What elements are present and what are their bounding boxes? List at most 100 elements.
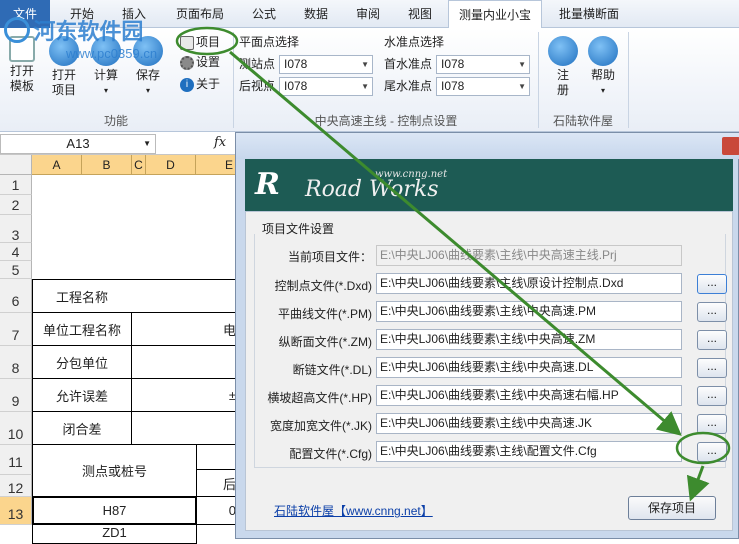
- tab-formulas[interactable]: 公式: [242, 0, 286, 28]
- chain-break-file-field[interactable]: E:\中央LJ06\曲线要素\主线\中央高速.DL: [376, 357, 682, 378]
- backsight-select[interactable]: I078 ▼: [279, 77, 373, 96]
- cell-zd1[interactable]: ZD1: [32, 524, 197, 544]
- cell-project-name-value[interactable]: [131, 279, 241, 313]
- last-level-label: 尾水准点: [384, 79, 433, 93]
- project-icon: [180, 35, 194, 50]
- about-small-button[interactable]: i 关于: [180, 74, 220, 94]
- watermark-site: 河东软件园: [33, 19, 144, 44]
- browse-superelevation-button[interactable]: ...: [697, 386, 727, 406]
- widening-file-field[interactable]: E:\中央LJ06\曲线要素\主线\中央高速.JK: [376, 413, 682, 434]
- watermark-logo-icon: [4, 17, 30, 43]
- row-header[interactable]: 5: [0, 261, 32, 279]
- browse-profile-button[interactable]: ...: [697, 330, 727, 350]
- cell-closure-label[interactable]: 闭合差: [32, 411, 132, 445]
- save-project-button[interactable]: 保存项目: [628, 496, 716, 520]
- field-label: 平曲线文件(*.PM): [278, 307, 372, 321]
- row-header[interactable]: 10: [0, 412, 32, 445]
- column-header[interactable]: D: [146, 155, 196, 175]
- level-point-title: 水准点选择: [384, 35, 445, 49]
- cell-a13-selected[interactable]: H87: [32, 496, 197, 525]
- cell-tolerance-value[interactable]: ±: [131, 378, 241, 412]
- browse-widening-button[interactable]: ...: [697, 414, 727, 434]
- first-level-select[interactable]: I078 ▼: [436, 55, 530, 74]
- field-label: 当前项目文件：: [287, 250, 372, 264]
- column-header[interactable]: A: [32, 155, 82, 175]
- tab-data[interactable]: 数据: [294, 0, 338, 28]
- cell-subcontractor-label[interactable]: 分包单位: [32, 345, 132, 379]
- help-button[interactable]: 帮助 ▾: [583, 28, 623, 100]
- horizontal-curve-file-field[interactable]: E:\中央LJ06\曲线要素\主线\中央高速.PM: [376, 301, 682, 322]
- cell-unit-project-value[interactable]: 电: [131, 312, 241, 346]
- roadworks-logo-icon: R: [255, 167, 280, 202]
- tab-review[interactable]: 审阅: [346, 0, 390, 28]
- cell-unit-project-label[interactable]: 单位工程名称: [32, 312, 132, 346]
- register-button[interactable]: 注 册: [543, 28, 583, 100]
- tab-page-layout[interactable]: 页面布局: [168, 0, 232, 28]
- row-header[interactable]: 12: [0, 475, 32, 497]
- project-settings-dialog: R Road Works www.cnng.net 项目文件设置 当前项目文件：…: [235, 132, 739, 539]
- chevron-down-icon: ▼: [518, 82, 526, 91]
- website-link[interactable]: 石陆软件屋【www.cnng.net】: [274, 502, 433, 519]
- row-header[interactable]: 6: [0, 279, 32, 313]
- field-label: 横坡超高文件(*.HP): [267, 391, 372, 405]
- info-icon: i: [180, 77, 194, 92]
- column-header[interactable]: E: [196, 155, 236, 175]
- browse-config-button[interactable]: ...: [697, 442, 727, 462]
- station-label: 测站点: [239, 57, 276, 71]
- backsight-label: 后视点: [239, 79, 276, 93]
- dialog-title-bar[interactable]: [236, 133, 739, 159]
- cell-project-name-label[interactable]: 工程名称: [32, 279, 132, 313]
- cell-closure-value[interactable]: [131, 411, 241, 445]
- gear-icon: [180, 55, 194, 70]
- lock-icon: [548, 36, 578, 66]
- row-header[interactable]: 13: [0, 497, 32, 525]
- station-select[interactable]: I078 ▼: [279, 55, 373, 74]
- field-label: 控制点文件(*.Dxd): [274, 279, 372, 293]
- row-header[interactable]: 4: [0, 243, 32, 261]
- cell-tolerance-label[interactable]: 允许误差: [32, 378, 132, 412]
- browse-horizontal-curve-button[interactable]: ...: [697, 302, 727, 322]
- config-file-field[interactable]: E:\中央LJ06\曲线要素\主线\配置文件.Cfg: [376, 441, 682, 462]
- logo-text: Road Works: [305, 177, 439, 202]
- browse-chain-break-button[interactable]: ...: [697, 358, 727, 378]
- control-point-file-field[interactable]: E:\中央LJ06\曲线要素\主线\原设计控制点.Dxd: [376, 273, 682, 294]
- dialog-banner: R Road Works www.cnng.net: [245, 159, 733, 211]
- group-separator: [628, 32, 629, 128]
- chevron-down-icon: ▼: [361, 60, 369, 69]
- close-icon[interactable]: [722, 137, 739, 155]
- row-header[interactable]: 2: [0, 195, 32, 215]
- row-header[interactable]: 9: [0, 379, 32, 412]
- logo-url: www.cnng.net: [375, 169, 448, 180]
- fx-icon[interactable]: fx: [214, 135, 226, 150]
- tab-view[interactable]: 视图: [398, 0, 442, 28]
- name-box[interactable]: A13 ▼: [0, 134, 156, 154]
- tab-batch-cross-section[interactable]: 批量横断面: [552, 0, 626, 28]
- last-level-select[interactable]: I078 ▼: [436, 77, 530, 96]
- field-label: 配置文件(*.Cfg): [289, 447, 372, 461]
- profile-file-field[interactable]: E:\中央LJ06\曲线要素\主线\中央高速.ZM: [376, 329, 682, 350]
- field-label: 纵断面文件(*.ZM): [278, 335, 372, 349]
- tab-measure-helper[interactable]: 测量内业小宝: [448, 0, 542, 29]
- browse-control-point-button[interactable]: ...: [697, 274, 727, 294]
- cell-station-label[interactable]: 测点或桩号: [32, 444, 197, 497]
- row-header[interactable]: 7: [0, 313, 32, 346]
- chevron-down-icon: ▼: [361, 82, 369, 91]
- column-header[interactable]: C: [132, 155, 146, 175]
- superelevation-file-field[interactable]: E:\中央LJ06\曲线要素\主线\中央高速右幅.HP: [376, 385, 682, 406]
- select-all-corner[interactable]: [0, 155, 32, 175]
- row-header[interactable]: 1: [0, 175, 32, 195]
- field-label: 宽度加宽文件(*.JK): [269, 419, 372, 433]
- current-project-field: E:\中央LJ06\曲线要素\主线\中央高速主线.Prj: [376, 245, 682, 266]
- row-header[interactable]: 3: [0, 215, 32, 243]
- group-separator: [233, 32, 234, 128]
- group-separator: [538, 32, 539, 128]
- field-label: 断链文件(*.DL): [292, 363, 372, 377]
- chevron-down-icon: ▼: [143, 139, 151, 148]
- home-icon: [588, 36, 618, 66]
- row-header[interactable]: 11: [0, 445, 32, 475]
- column-header[interactable]: B: [82, 155, 132, 175]
- settings-small-button[interactable]: 设置: [180, 52, 220, 72]
- cell-subcontractor-value[interactable]: [131, 345, 241, 379]
- project-small-button[interactable]: 项目: [180, 32, 220, 52]
- row-header[interactable]: 8: [0, 346, 32, 379]
